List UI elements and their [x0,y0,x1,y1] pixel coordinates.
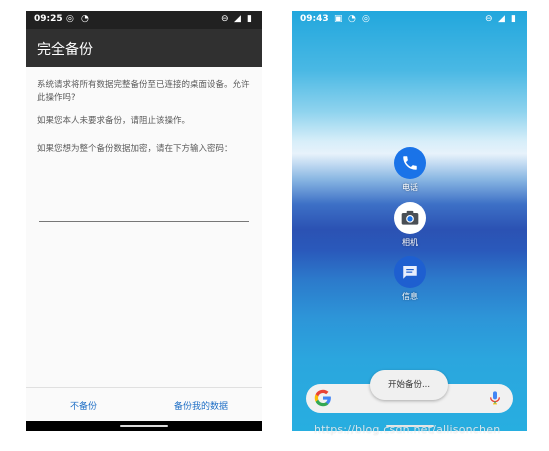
encrypt-instruction-text: 如果您想为整个备份数据加密，请在下方输入密码： [37,144,233,154]
backup-started-toast: 开始备份... [370,370,448,400]
wifi-icon: ◔ [348,14,356,24]
status-time: 09:43 [300,14,329,24]
no-backup-button[interactable]: 不备份 [70,399,97,412]
watermark-text: https://blog.csdn.net/allisonchen [314,423,501,436]
backup-request-text: 系统请求将所有数据完整备份至已连接的桌面设备。允许此操作吗? [37,80,250,103]
image-icon: ▣ [334,14,343,24]
app-bar: 完全备份 [26,29,262,67]
app-messages[interactable]: 信息 [392,256,428,302]
wifi-icon: ◔ [81,14,89,24]
sync-icon: ◎ [66,14,74,24]
dnd-icon: ⊖ [221,14,229,24]
app-label: 信息 [402,292,418,301]
divider [26,387,262,388]
signal-icon: ◢ [234,14,241,24]
battery-icon: ▮ [247,14,252,24]
battery-icon: ▮ [511,14,516,24]
navigation-bar [26,421,262,431]
status-time: 09:25 [34,14,63,24]
block-instruction-text: 如果您本人未要求备份，请阻止该操作。 [37,116,191,126]
mic-icon[interactable] [487,389,503,407]
messages-icon [394,256,426,288]
backup-my-data-button[interactable]: 备份我的数据 [174,399,228,412]
signal-icon: ◢ [498,14,505,24]
app-label: 相机 [402,238,418,247]
page-title: 完全备份 [37,42,93,58]
status-bar: 09:25 ◎ ◔ ⊖ ◢ ▮ [26,11,262,29]
app-phone[interactable]: 电话 [392,147,428,193]
backup-dialog-screen: 09:25 ◎ ◔ ⊖ ◢ ▮ 完全备份 系统请求将所有数据完整备份至已连接的桌… [26,11,262,431]
home-screen: 09:43 ▣ ◔ ◎ ⊖ ◢ ▮ 电话 相机 信息 开始备份... [292,11,527,431]
camera-icon [394,202,426,234]
status-bar: 09:43 ▣ ◔ ◎ ⊖ ◢ ▮ [292,11,527,29]
app-label: 电话 [402,183,418,192]
app-camera[interactable]: 相机 [392,202,428,248]
google-logo-icon [314,389,331,407]
phone-icon [394,147,426,179]
dnd-icon: ⊖ [485,14,493,24]
dialog-message: 系统请求将所有数据完整备份至已连接的桌面设备。允许此操作吗? 如果您本人未要求备… [37,79,253,166]
password-field[interactable] [39,205,249,222]
home-handle[interactable] [120,425,168,427]
sync-icon: ◎ [362,14,370,24]
